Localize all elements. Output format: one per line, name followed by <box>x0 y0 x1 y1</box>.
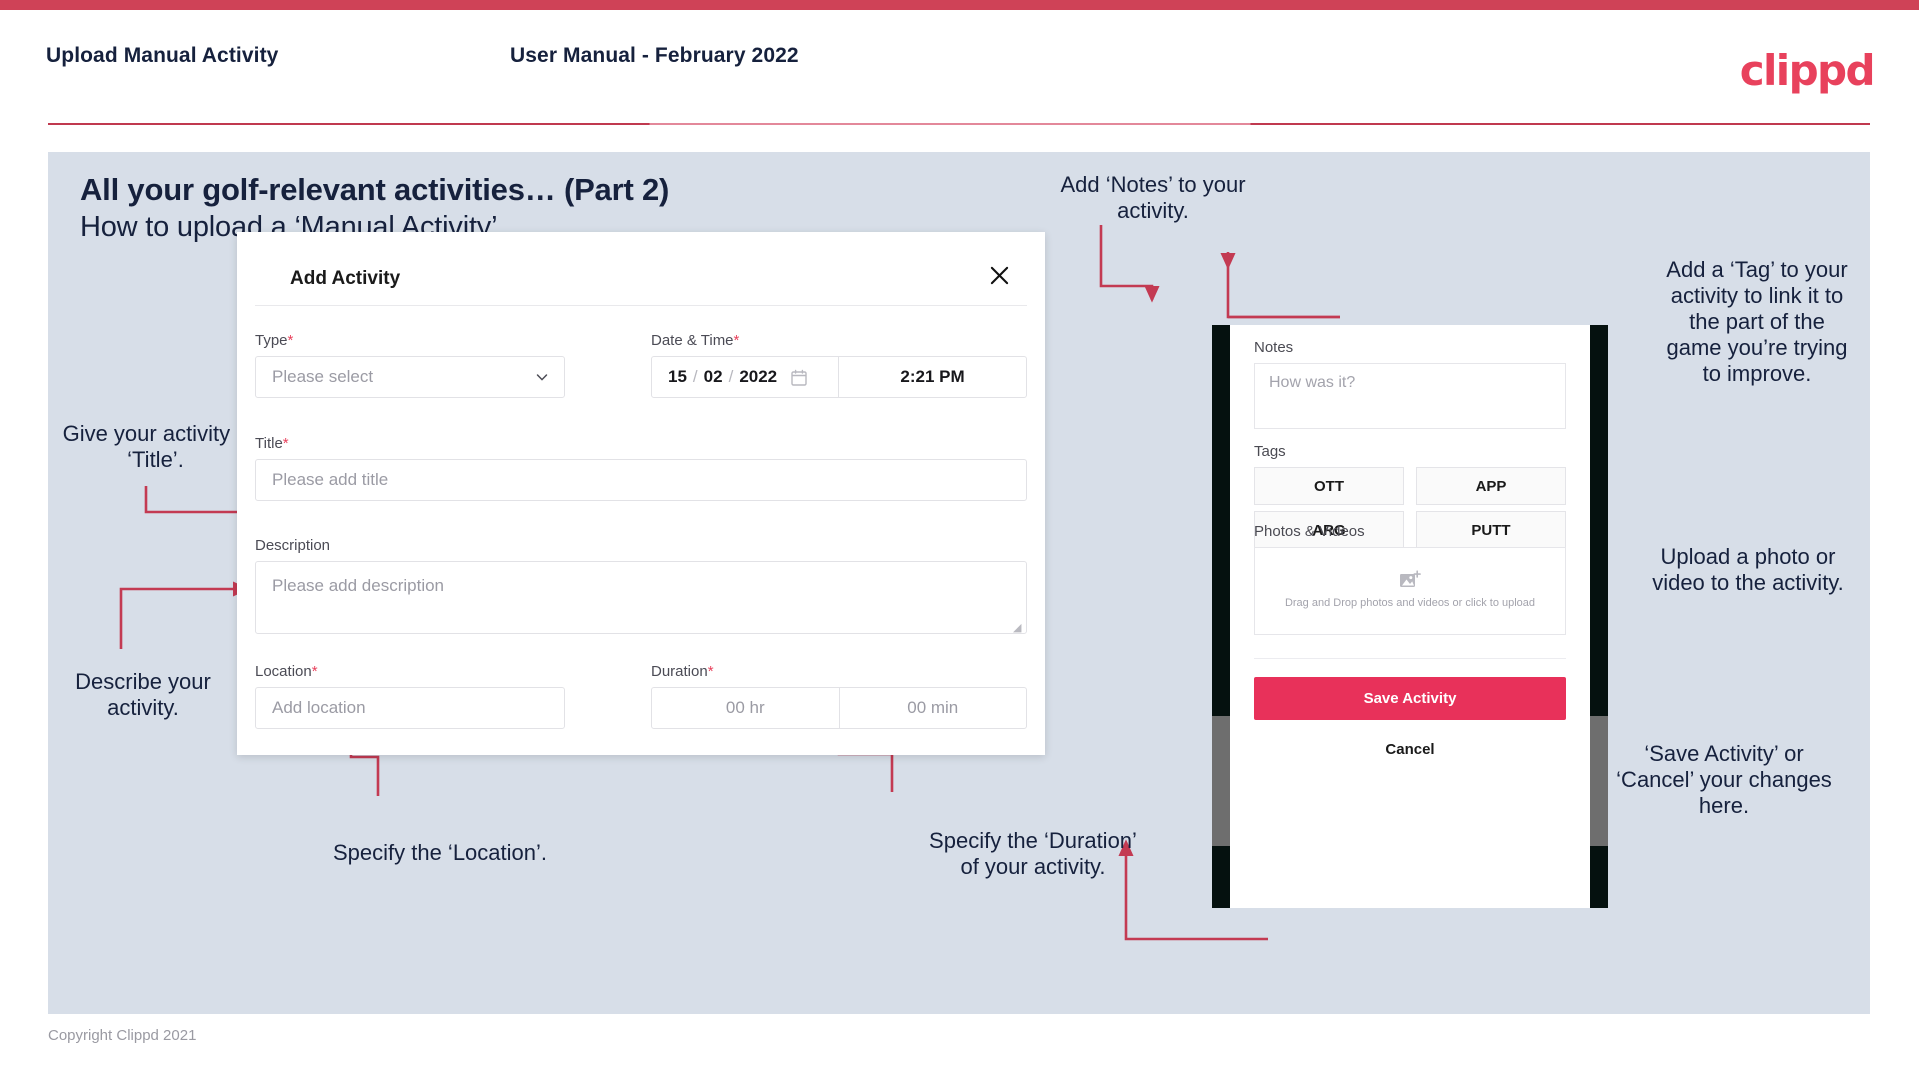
datetime-field[interactable]: 15 / 02 / 2022 2:21 PM <box>651 356 1027 398</box>
dropzone-text: Drag and Drop photos and videos or click… <box>1284 597 1536 610</box>
required-asterisk: * <box>733 332 740 349</box>
phone-divider <box>1254 658 1566 659</box>
title-label: Title* <box>255 435 289 452</box>
required-asterisk: * <box>287 332 294 349</box>
photos-videos-heading: Photos & Videos <box>1254 523 1365 540</box>
annotation-location: Specify the ‘Location’. <box>332 840 548 865</box>
notes-placeholder: How was it? <box>1269 374 1356 391</box>
annotation-notes: Add ‘Notes’ to your activity. <box>1060 172 1246 223</box>
tag-button-putt[interactable]: PUTT <box>1416 511 1566 549</box>
header-subtitle: User Manual - February 2022 <box>510 44 799 67</box>
cancel-button[interactable]: Cancel <box>1230 741 1590 758</box>
date-input[interactable]: 15 / 02 / 2022 <box>652 357 838 397</box>
date-year: 2022 <box>739 367 778 386</box>
slide-page: Upload Manual Activity User Manual - Feb… <box>0 0 1919 1079</box>
add-activity-dialog: Add Activity Type* Please select Date & … <box>237 232 1045 755</box>
calendar-icon[interactable] <box>791 369 807 386</box>
datetime-label: Date & Time* <box>651 332 740 349</box>
duration-minutes-input[interactable]: 00 min <box>840 688 1027 728</box>
description-placeholder: Please add description <box>272 576 445 595</box>
description-label: Description <box>255 537 331 554</box>
date-sep-1: / <box>692 367 698 386</box>
type-placeholder: Please select <box>272 367 374 386</box>
phone-bezel-left-grey <box>1212 716 1230 846</box>
footer-copyright: Copyright Clippd 2021 <box>48 1027 197 1044</box>
tag-button-app[interactable]: APP <box>1416 467 1566 505</box>
duration-field[interactable]: 00 hr 00 min <box>651 687 1027 729</box>
phone-screen: Notes How was it? Tags OTT APP ARG PUTT … <box>1230 325 1590 908</box>
date-month: 02 <box>703 367 723 386</box>
annotation-duration: Specify the ‘Duration’ of your activity. <box>929 828 1137 879</box>
description-textarea[interactable]: Please add description ◢ <box>255 561 1027 634</box>
dialog-divider <box>255 305 1027 306</box>
chevron-down-icon <box>536 374 548 381</box>
notes-textarea[interactable]: How was it? <box>1254 363 1566 429</box>
header-divider <box>48 123 1870 125</box>
required-asterisk: * <box>707 663 714 680</box>
location-input[interactable]: Add location <box>255 687 565 729</box>
phone-bezel-right <box>1590 325 1608 908</box>
resize-handle[interactable]: ◢ <box>1013 621 1023 634</box>
save-activity-button[interactable]: Save Activity <box>1254 677 1566 720</box>
notes-label: Notes <box>1254 339 1294 356</box>
required-asterisk: * <box>282 435 289 452</box>
required-asterisk: * <box>311 663 318 680</box>
photo-upload-dropzone[interactable]: Drag and Drop photos and videos or click… <box>1254 547 1566 635</box>
duration-hours-input[interactable]: 00 hr <box>652 688 839 728</box>
location-label: Location* <box>255 663 318 680</box>
title-input[interactable]: Please add title <box>255 459 1027 501</box>
duration-label: Duration* <box>651 663 714 680</box>
date-sep-2: / <box>728 367 734 386</box>
date-day: 15 <box>668 367 687 386</box>
phone-bezel-left <box>1212 325 1230 908</box>
close-glyph <box>990 266 1008 284</box>
annotation-describe: Describe your activity. <box>75 669 211 720</box>
annotation-tags: Add a ‘Tag’ to your activity to link it … <box>1666 257 1848 386</box>
phone-bezel-right-grey <box>1590 716 1608 846</box>
type-label: Type* <box>255 332 294 349</box>
close-icon[interactable] <box>983 259 1015 291</box>
tags-label: Tags <box>1254 443 1286 460</box>
phone-mockup: Notes How was it? Tags OTT APP ARG PUTT … <box>1212 325 1608 908</box>
dialog-title: Add Activity <box>290 268 401 289</box>
add-image-icon <box>1400 570 1421 588</box>
header-title: Upload Manual Activity <box>46 44 279 67</box>
annotation-upload: Upload a photo or video to the activity. <box>1652 544 1844 595</box>
time-input[interactable]: 2:21 PM <box>839 357 1026 397</box>
annotation-title: Give your activity a ‘Title’. <box>62 421 249 472</box>
type-select[interactable]: Please select <box>255 356 565 398</box>
clippd-logo: clippd <box>1739 46 1876 95</box>
annotation-save: ‘Save Activity’ or ‘Cancel’ your changes… <box>1616 741 1832 818</box>
slide-heading: All your golf-relevant activities… (Part… <box>80 172 670 207</box>
title-placeholder: Please add title <box>272 470 389 489</box>
top-accent-bar <box>0 0 1919 10</box>
tag-button-ott[interactable]: OTT <box>1254 467 1404 505</box>
location-placeholder: Add location <box>272 698 366 717</box>
